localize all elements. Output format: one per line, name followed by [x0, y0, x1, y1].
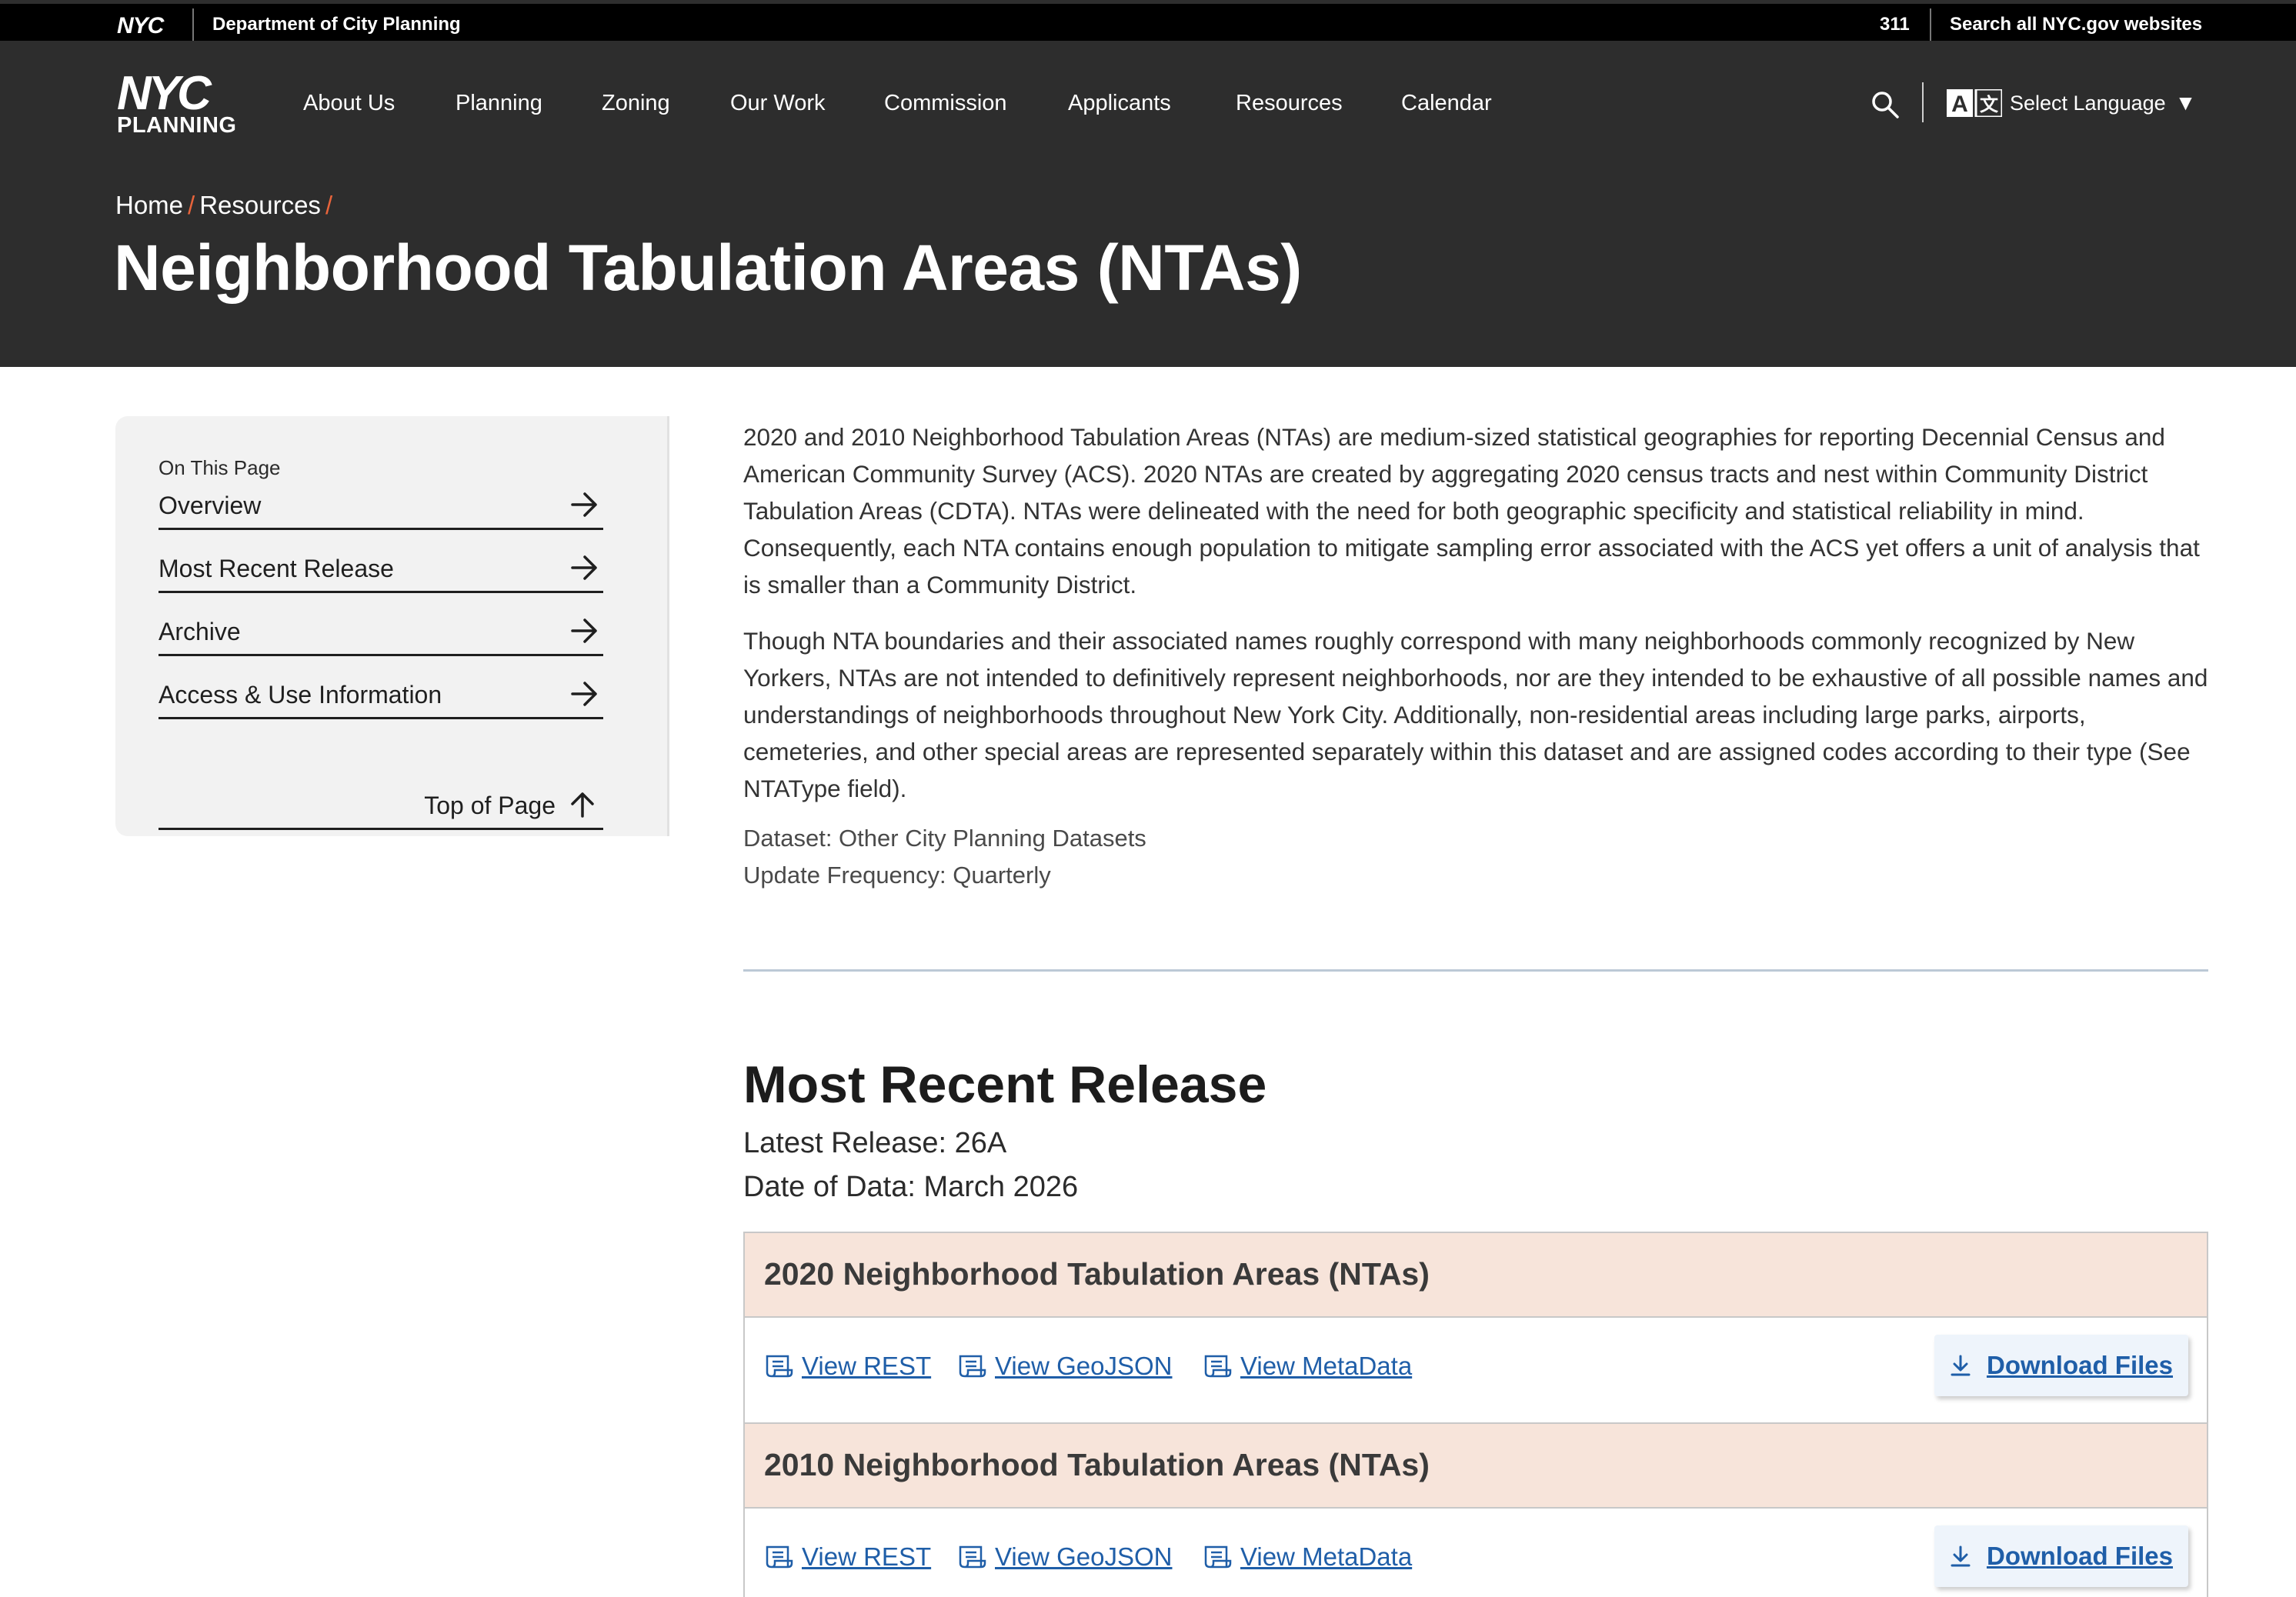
download-icon [1951, 1355, 1971, 1376]
breadcrumb-home[interactable]: Home [115, 191, 183, 219]
view-metadata-label: View MetaData [1240, 1352, 1413, 1380]
view-metadata-link[interactable]: View MetaData [1203, 1542, 1412, 1572]
view-rest-label: View REST [802, 1352, 932, 1380]
top-bar-divider [192, 8, 194, 42]
logo-planning-text: PLANNING [117, 113, 237, 138]
sidebar-item-label: Access & Use Information [159, 681, 442, 708]
view-geojson-link[interactable]: View GeoJSON [958, 1352, 1172, 1381]
language-selector[interactable]: A 文 Select Language ▼ [1947, 88, 2196, 118]
search-all-nyc-link[interactable]: Search all NYC.gov websites [1950, 14, 2202, 35]
arrow-right-icon [569, 491, 600, 518]
nav-calendar[interactable]: Calendar [1401, 91, 1492, 116]
date-of-data-label: Date of Data: March 2026 [743, 1171, 1079, 1203]
logo-nyc-text: NYC [117, 67, 212, 120]
sidebar-item-access-use-information[interactable]: Access & Use Information [159, 656, 603, 719]
on-this-page-sidebar: On This Page Overview Most Recent Releas… [115, 416, 669, 836]
nav-zoning[interactable]: Zoning [602, 91, 670, 116]
dataset-header: 2010 Neighborhood Tabulation Areas (NTAs… [743, 1422, 2208, 1509]
nav-applicants[interactable]: Applicants [1068, 91, 1171, 116]
nav-about-us[interactable]: About Us [303, 91, 395, 116]
sidebar-item-most-recent-release[interactable]: Most Recent Release [159, 530, 603, 593]
dataset-title: 2010 Neighborhood Tabulation Areas (NTAs… [764, 1447, 1430, 1482]
arrow-right-icon [569, 680, 600, 708]
overview-paragraph: 2020 and 2010 Neighborhood Tabulation Ar… [743, 423, 2200, 598]
site-header: NYC PLANNING About Us Planning Zoning Ou… [0, 41, 2296, 367]
language-label: Select Language [2010, 91, 2166, 115]
document-icon [766, 1545, 793, 1569]
search-icon[interactable] [1870, 89, 1901, 120]
sidebar-item-archive[interactable]: Archive [159, 593, 603, 656]
nav-our-work[interactable]: Our Work [730, 91, 826, 116]
nav-commission[interactable]: Commission [884, 91, 1007, 116]
view-geojson-label: View GeoJSON [995, 1352, 1173, 1380]
breadcrumb-resources[interactable]: Resources [199, 191, 321, 219]
header-divider [1922, 82, 1924, 122]
view-rest-link[interactable]: View REST [765, 1352, 931, 1381]
breadcrumb-separator: / [325, 191, 333, 219]
document-icon [1204, 1545, 1232, 1569]
download-files-label: Download Files [1986, 1542, 2174, 1570]
view-rest-link[interactable]: View REST [765, 1542, 931, 1572]
sidebar-item-label: Archive [159, 618, 241, 645]
arrow-right-icon [569, 554, 600, 582]
top-bar: NYC Department of City Planning 311 Sear… [0, 0, 2296, 42]
sidebar-item-label: Most Recent Release [159, 555, 394, 582]
download-files-label: Download Files [1986, 1351, 2174, 1379]
latest-release-label: Latest Release: 26A [743, 1127, 1007, 1159]
dataset-links-row: View REST View GeoJSON View MetaData Dow… [743, 1318, 2208, 1422]
chevron-down-icon: ▼ [2174, 91, 2197, 115]
breadcrumb: Home / Resources / [115, 191, 337, 220]
nav-resources[interactable]: Resources [1236, 91, 1343, 116]
dataset-label: Dataset: Other City Planning Datasets [743, 825, 1146, 852]
document-icon [766, 1355, 793, 1378]
top-of-page-label: Top of Page [424, 792, 556, 819]
most-recent-release-heading: Most Recent Release [743, 1055, 1267, 1114]
dataset-header: 2020 Neighborhood Tabulation Areas (NTAs… [743, 1232, 2208, 1318]
translate-icon: A 文 [1947, 89, 2002, 117]
page-title: Neighborhood Tabulation Areas (NTAs) [114, 232, 1302, 304]
link-311[interactable]: 311 [1880, 14, 1910, 35]
view-rest-label: View REST [802, 1542, 932, 1571]
view-geojson-link[interactable]: View GeoJSON [958, 1542, 1172, 1572]
section-divider [743, 969, 2208, 972]
nyc-gov-logo[interactable]: NYC [117, 13, 164, 39]
sidebar-item-label: Overview [159, 492, 262, 519]
update-frequency-label: Update Frequency: Quarterly [743, 862, 1051, 889]
svg-text:文: 文 [1980, 94, 1999, 115]
arrow-right-icon [569, 617, 600, 645]
document-icon [1204, 1355, 1232, 1378]
view-metadata-link[interactable]: View MetaData [1203, 1352, 1412, 1381]
document-icon [959, 1355, 986, 1378]
download-files-button[interactable]: Download Files [1934, 1525, 2188, 1587]
download-files-button[interactable]: Download Files [1934, 1335, 2188, 1396]
svg-text:A: A [1951, 92, 1968, 117]
overview-paragraph: Though NTA boundaries and their associat… [743, 627, 2208, 802]
top-of-page-link[interactable]: Top of Page [159, 772, 603, 830]
view-geojson-label: View GeoJSON [995, 1542, 1173, 1571]
sidebar-item-overview[interactable]: Overview [159, 467, 603, 530]
sidebar-edge [648, 416, 669, 836]
arrow-up-icon [569, 791, 596, 819]
view-metadata-label: View MetaData [1240, 1542, 1413, 1571]
department-name[interactable]: Department of City Planning [212, 14, 461, 35]
document-icon [959, 1545, 986, 1569]
dataset-links-row: View REST View GeoJSON View MetaData Dow… [743, 1509, 2208, 1597]
nav-planning[interactable]: Planning [456, 91, 542, 116]
dataset-title: 2020 Neighborhood Tabulation Areas (NTAs… [764, 1256, 1430, 1292]
nyc-planning-logo[interactable]: NYC PLANNING [117, 67, 240, 138]
breadcrumb-separator: / [188, 191, 195, 219]
download-icon [1951, 1545, 1971, 1567]
top-bar-divider [1930, 8, 1931, 42]
